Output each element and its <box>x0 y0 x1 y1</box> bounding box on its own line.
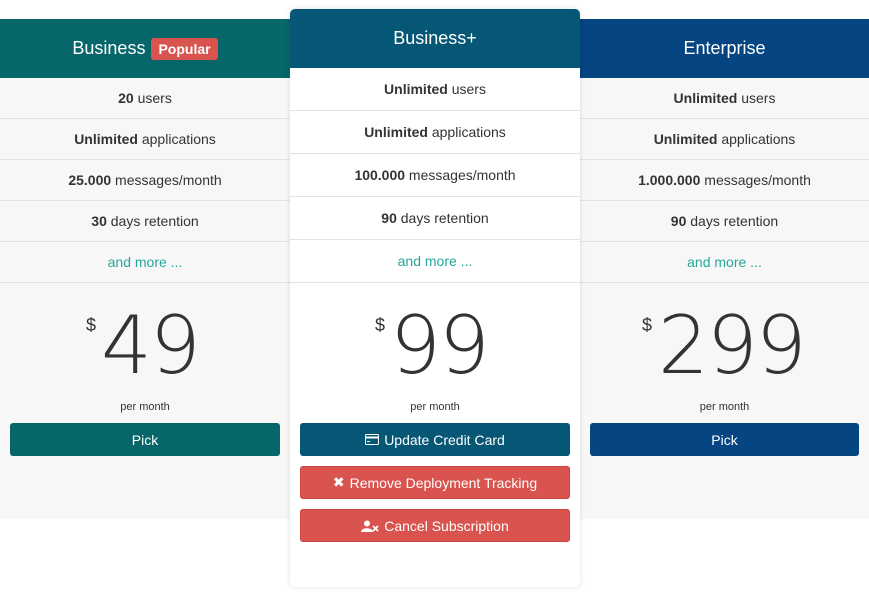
price-period: per month <box>410 401 460 413</box>
price-period: per month <box>699 401 750 413</box>
currency-symbol: $ <box>642 315 653 335</box>
and-more-link[interactable]: and more ... <box>580 242 869 283</box>
cancel-subscription-button[interactable]: Cancel Subscription <box>300 509 570 542</box>
price: $ 99 <box>290 283 580 392</box>
feature-applications: Unlimited applications <box>580 119 869 160</box>
feature-users: Unlimited users <box>290 68 580 111</box>
feature-messages: 25.000 messages/month <box>0 160 290 201</box>
plan-title: Business+ <box>393 28 477 48</box>
plan-card-business: Business Popular 20 users Unlimited appl… <box>0 19 290 519</box>
price-amount: 299 <box>658 299 807 392</box>
plan-card-business-plus: Business+ Unlimited users Unlimited appl… <box>290 9 580 587</box>
plan-title: Enterprise <box>683 38 766 58</box>
currency-symbol: $ <box>86 315 97 335</box>
plan-card-enterprise: Enterprise Unlimited users Unlimited app… <box>580 19 869 519</box>
feature-users: Unlimited users <box>580 78 869 119</box>
remove-deployment-tracking-button[interactable]: ✖ Remove Deployment Tracking <box>300 466 570 499</box>
plan-header: Enterprise <box>580 19 869 78</box>
feature-messages: 1.000.000 messages/month <box>580 160 869 201</box>
feature-retention: 90 days retention <box>290 197 580 240</box>
feature-retention: 90 days retention <box>580 201 869 242</box>
pick-button[interactable]: Pick <box>10 423 280 456</box>
price-amount: 49 <box>101 299 201 392</box>
price: $ 299 <box>580 283 869 392</box>
plan-header: Business Popular <box>0 19 290 78</box>
close-icon: ✖ <box>332 474 345 490</box>
user-remove-icon <box>361 520 379 532</box>
update-credit-card-button[interactable]: Update Credit Card <box>300 423 570 456</box>
currency-symbol: $ <box>375 315 386 335</box>
price: $ 49 <box>0 283 290 392</box>
price-period: per month <box>120 401 170 413</box>
plan-title: Business <box>72 38 146 58</box>
feature-retention: 30 days retention <box>0 201 290 242</box>
popular-badge: Popular <box>151 37 218 60</box>
plan-header: Business+ <box>290 9 580 68</box>
price-amount: 99 <box>390 299 490 392</box>
and-more-link[interactable]: and more ... <box>0 242 290 283</box>
feature-applications: Unlimited applications <box>290 111 580 154</box>
feature-users: 20 users <box>0 78 290 119</box>
pick-button[interactable]: Pick <box>590 423 859 456</box>
and-more-link[interactable]: and more ... <box>290 240 580 283</box>
credit-card-icon <box>365 434 380 445</box>
feature-messages: 100.000 messages/month <box>290 154 580 197</box>
feature-applications: Unlimited applications <box>0 119 290 160</box>
